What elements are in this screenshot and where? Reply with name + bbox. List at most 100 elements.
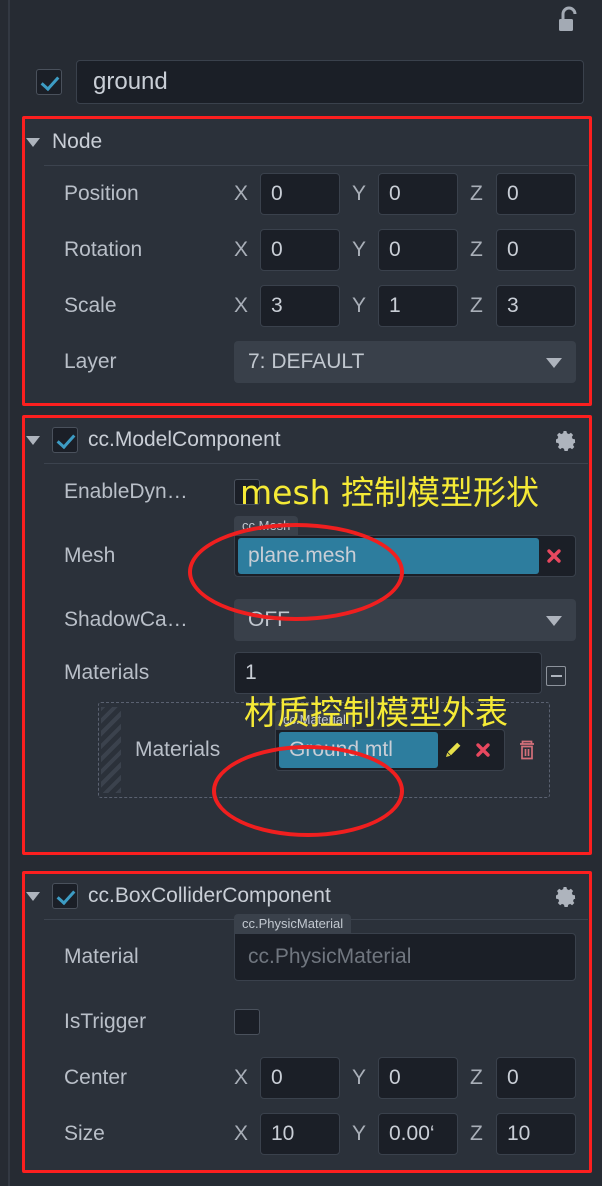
is-trigger-row: IsTrigger <box>38 994 576 1050</box>
axis-x-label: X <box>234 294 249 317</box>
axis-z-label: Z <box>470 294 483 317</box>
box-collider-header[interactable]: cc.BoxColliderComponent <box>22 873 592 919</box>
shadow-cast-row: ShadowCa… OFF <box>38 592 576 648</box>
box-collider-component-section: cc.BoxColliderComponent Material cc.Phys… <box>22 873 592 1171</box>
scale-label: Scale <box>64 294 117 317</box>
model-component-title: cc.ModelComponent <box>88 428 281 451</box>
model-component-header[interactable]: cc.ModelComponent <box>22 417 592 463</box>
node-enabled-checkbox[interactable] <box>36 69 62 95</box>
box-collider-enabled-checkbox[interactable] <box>52 883 78 909</box>
axis-x-label: X <box>234 238 249 261</box>
axis-y-label: Y <box>352 1122 367 1145</box>
physic-material-placeholder[interactable]: cc.PhysicMaterial <box>238 939 569 975</box>
chevron-down-icon[interactable] <box>26 137 40 147</box>
axis-z-label: Z <box>470 182 483 205</box>
material-asset-value[interactable]: Ground.mtl <box>279 732 438 768</box>
rotation-label: Rotation <box>64 238 143 261</box>
mesh-asset-field: cc.Mesh plane.mesh <box>234 516 576 577</box>
physic-material-row: Material cc.PhysicMaterial cc.PhysicMate… <box>38 914 576 994</box>
mesh-clear-x-icon[interactable] <box>539 538 569 574</box>
axis-y-label: Y <box>352 238 367 261</box>
mesh-row: Mesh cc.Mesh plane.mesh <box>38 516 576 592</box>
axis-y-label: Y <box>352 294 367 317</box>
materials-collapse-minus-icon[interactable] <box>546 666 566 686</box>
is-trigger-label: IsTrigger <box>64 1010 147 1033</box>
material-edit-pencil-icon[interactable] <box>438 732 468 768</box>
physic-material-asset-field: cc.PhysicMaterial cc.PhysicMaterial <box>234 914 576 981</box>
axis-z-label: Z <box>470 1122 483 1145</box>
axis-z-label: Z <box>470 238 483 261</box>
layer-select[interactable]: 7: DEFAULT <box>234 341 576 383</box>
rotation-y-input[interactable]: 0 <box>378 229 458 271</box>
physic-material-type-tab: cc.PhysicMaterial <box>234 914 352 933</box>
mesh-type-tab: cc.Mesh <box>234 516 299 535</box>
axis-y-label: Y <box>352 1066 367 1089</box>
material-asset-field: cc.Material Ground.mtl <box>275 710 505 771</box>
gear-icon[interactable] <box>554 429 578 453</box>
node-section-header[interactable]: Node <box>22 119 592 165</box>
axis-x-label: X <box>234 1066 249 1089</box>
center-x-input[interactable]: 0 <box>260 1057 340 1099</box>
position-x-input[interactable]: 0 <box>260 173 340 215</box>
enable-dynamic-row: EnableDyn… <box>38 464 576 520</box>
physic-material-label: Material <box>64 945 139 968</box>
enable-dynamic-checkbox[interactable] <box>234 479 260 505</box>
is-trigger-checkbox[interactable] <box>234 1009 260 1035</box>
box-collider-title: cc.BoxColliderComponent <box>88 884 331 907</box>
shadow-cast-value: OFF <box>248 608 290 631</box>
node-name-row: ground <box>36 58 584 106</box>
size-x-input[interactable]: 10 <box>260 1113 340 1155</box>
axis-z-label: Z <box>470 1066 483 1089</box>
size-y-input[interactable]: 0.00‘ <box>378 1113 458 1155</box>
material-element-label: Materials <box>135 738 221 761</box>
shadow-cast-select[interactable]: OFF <box>234 599 576 641</box>
center-y-input[interactable]: 0 <box>378 1057 458 1099</box>
model-component-enabled-checkbox[interactable] <box>52 427 78 453</box>
center-z-input[interactable]: 0 <box>496 1057 576 1099</box>
center-row: Center X 0 Y 0 Z 0 <box>38 1050 576 1106</box>
chevron-down-icon[interactable] <box>26 891 40 901</box>
material-asset-box[interactable]: Ground.mtl <box>275 729 505 771</box>
materials-array-box: Materials cc.Material Ground.mtl <box>98 702 550 798</box>
node-section-title: Node <box>52 130 103 153</box>
shadow-cast-label: ShadowCa… <box>64 608 188 631</box>
layer-row: Layer 7: DEFAULT <box>38 334 576 390</box>
material-delete-trash-icon[interactable] <box>505 738 549 762</box>
enable-dynamic-label: EnableDyn… <box>64 480 188 503</box>
node-name-value: ground <box>93 68 168 95</box>
position-row: Position X 0 Y 0 Z 0 <box>38 166 576 222</box>
scale-row: Scale X 3 Y 1 Z 3 <box>38 278 576 334</box>
material-clear-x-icon[interactable] <box>468 732 498 768</box>
layer-value: 7: DEFAULT <box>248 350 365 373</box>
drag-handle[interactable] <box>101 707 121 793</box>
node-name-input[interactable]: ground <box>76 60 584 104</box>
unlocked-padlock-icon[interactable] <box>556 6 582 36</box>
size-z-input[interactable]: 10 <box>496 1113 576 1155</box>
scale-x-input[interactable]: 3 <box>260 285 340 327</box>
inspector-header <box>0 0 602 48</box>
material-type-tab: cc.Material <box>275 710 354 729</box>
position-z-input[interactable]: 0 <box>496 173 576 215</box>
gear-icon[interactable] <box>554 885 578 909</box>
chevron-down-icon <box>546 358 562 368</box>
chevron-down-icon <box>546 616 562 626</box>
inspector-panel: ground Node Position X 0 Y 0 Z 0 Rotatio… <box>0 0 602 1186</box>
materials-label: Materials <box>64 661 150 684</box>
mesh-asset-box[interactable]: plane.mesh <box>234 535 576 577</box>
size-label: Size <box>64 1122 105 1145</box>
materials-count-row: Materials 1 <box>38 648 576 698</box>
mesh-label: Mesh <box>64 544 116 567</box>
scale-z-input[interactable]: 3 <box>496 285 576 327</box>
physic-material-asset-box[interactable]: cc.PhysicMaterial <box>234 933 576 981</box>
layer-label: Layer <box>64 350 117 373</box>
scale-y-input[interactable]: 1 <box>378 285 458 327</box>
materials-count-input[interactable]: 1 <box>234 652 542 694</box>
position-y-input[interactable]: 0 <box>378 173 458 215</box>
size-row: Size X 10 Y 0.00‘ Z 10 <box>38 1106 576 1162</box>
rotation-x-input[interactable]: 0 <box>260 229 340 271</box>
center-label: Center <box>64 1066 128 1089</box>
mesh-asset-value[interactable]: plane.mesh <box>238 538 539 574</box>
chevron-down-icon[interactable] <box>26 435 40 445</box>
rotation-z-input[interactable]: 0 <box>496 229 576 271</box>
axis-x-label: X <box>234 1122 249 1145</box>
